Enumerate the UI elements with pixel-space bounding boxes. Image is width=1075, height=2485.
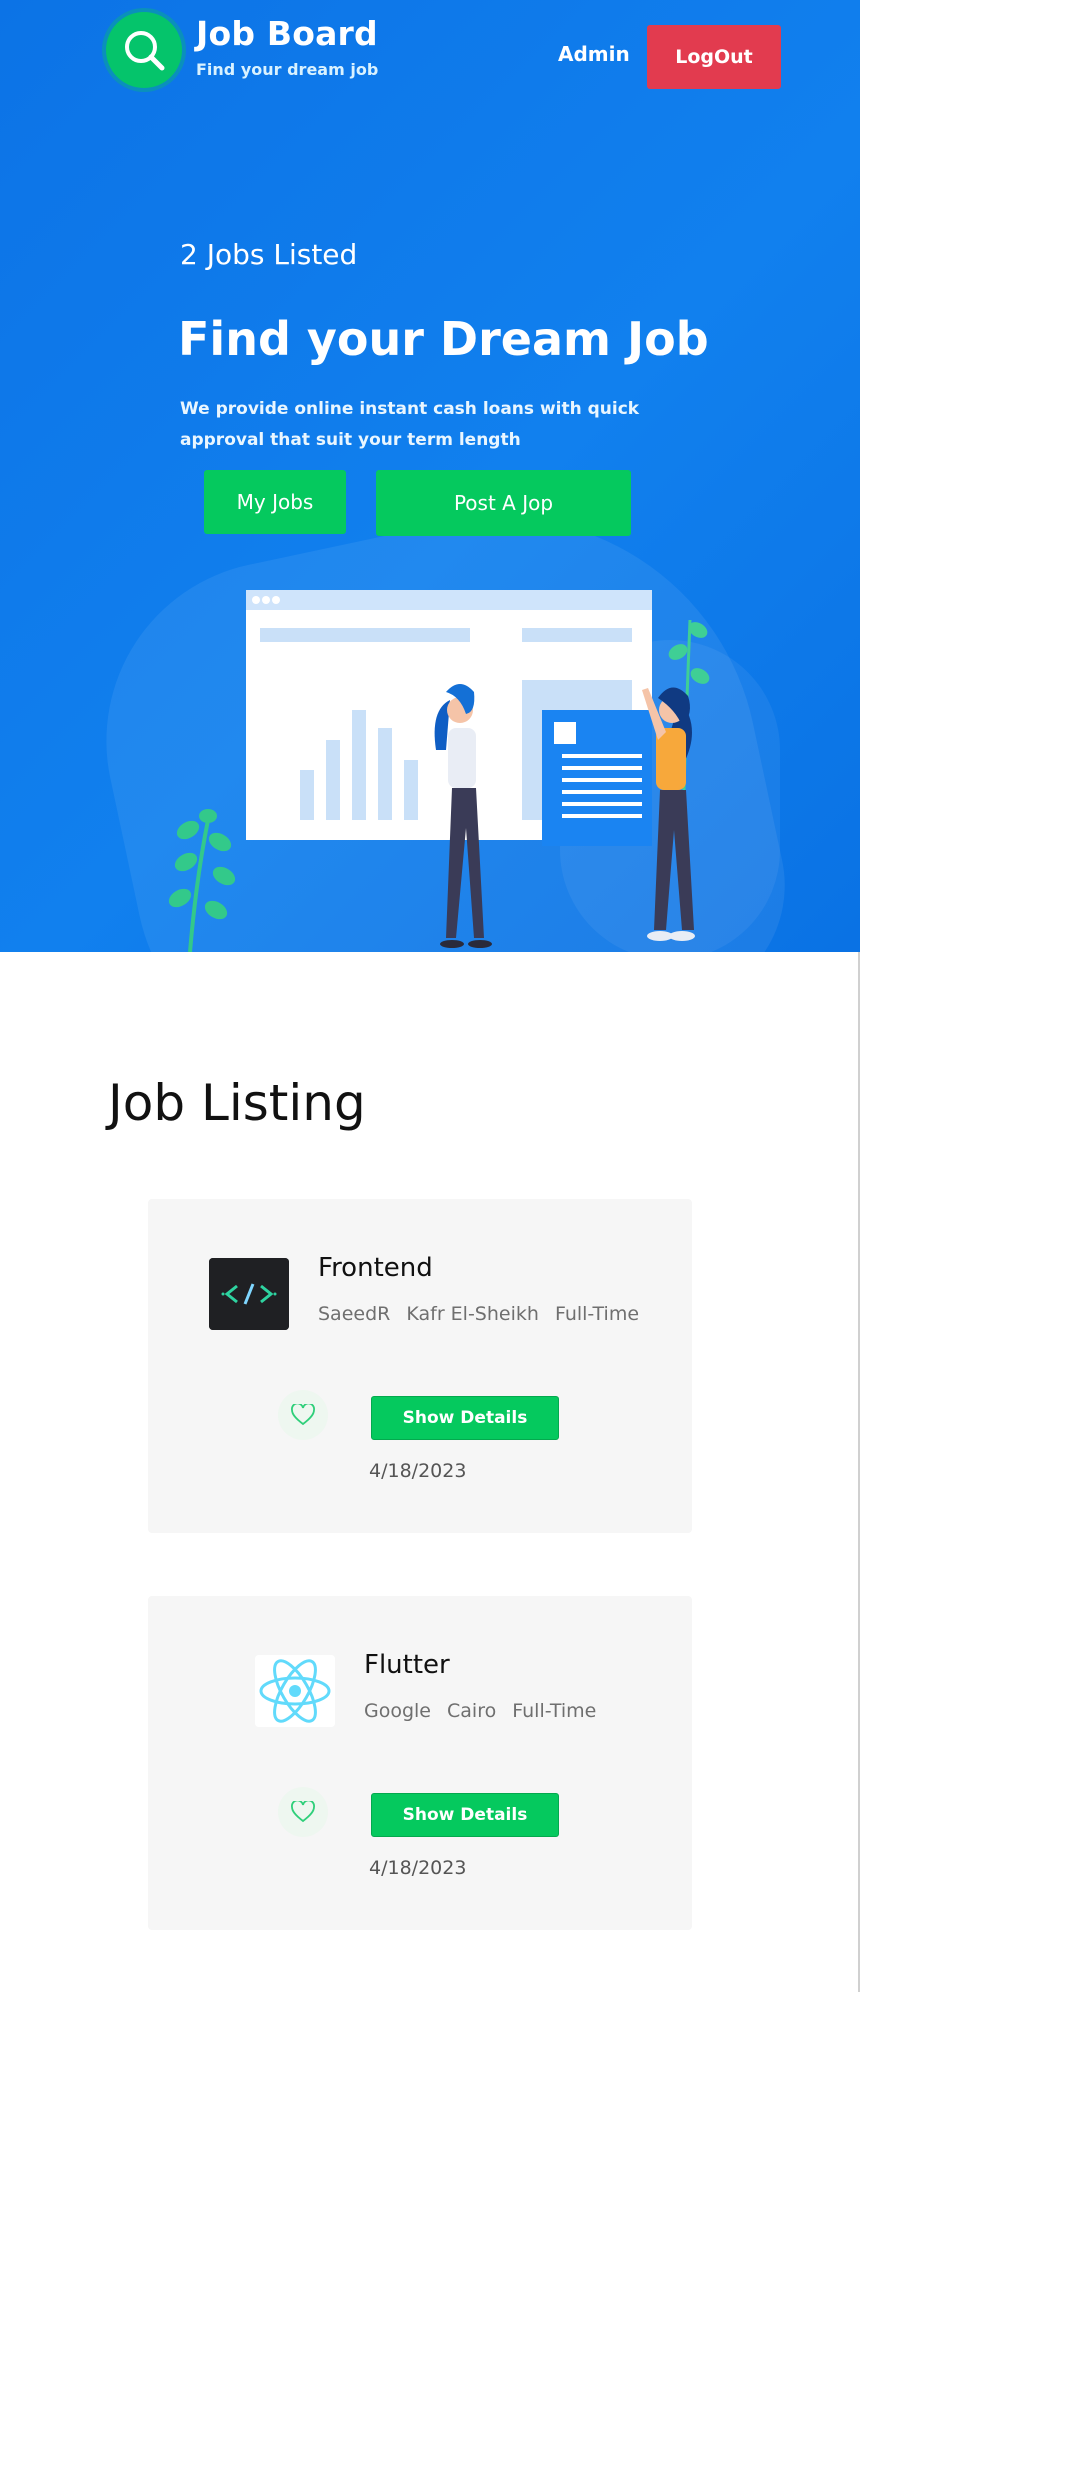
job-meta: SaeedR Kafr El-Sheikh Full-Time: [318, 1303, 655, 1325]
hero-illustration: [168, 590, 710, 952]
job-location: Kafr El-Sheikh: [406, 1303, 539, 1325]
plant-left: [168, 809, 236, 952]
hero-description: We provide online instant cash loans wit…: [180, 399, 640, 450]
job-date: 4/18/2023: [369, 1460, 467, 1482]
brand-title[interactable]: Job Board: [196, 14, 378, 53]
hero-title: Find your Dream Job: [178, 312, 709, 366]
show-details-button[interactable]: Show Details: [371, 1396, 559, 1440]
job-company: Google: [364, 1700, 432, 1722]
post-job-button[interactable]: Post A Jop: [376, 470, 631, 536]
job-type: Full-Time: [512, 1700, 597, 1722]
brand-subtitle: Find your dream job: [196, 60, 379, 79]
favorite-heart-icon[interactable]: [278, 1390, 328, 1440]
job-meta: Google Cairo Full-Time: [364, 1700, 612, 1722]
my-jobs-button[interactable]: My Jobs: [204, 470, 346, 534]
job-card: Frontend SaeedR Kafr El-Sheikh Full-Time S…: [148, 1199, 692, 1533]
job-type: Full-Time: [554, 1303, 640, 1325]
job-company: SaeedR: [318, 1303, 391, 1325]
job-card: Flutter Google Cairo Full-Time Show Detail…: [148, 1596, 692, 1930]
admin-link[interactable]: Admin: [558, 42, 630, 66]
code-icon: [209, 1258, 289, 1330]
job-title[interactable]: Frontend: [318, 1253, 433, 1283]
logout-button[interactable]: LogOut: [647, 25, 781, 89]
react-icon: [255, 1655, 335, 1727]
jobs-count: 2 Jobs Listed: [180, 238, 358, 271]
page: Job Board Find your dream job Admin LogO…: [0, 0, 860, 1992]
favorite-heart-icon[interactable]: [278, 1787, 328, 1837]
job-location: Cairo: [447, 1700, 497, 1722]
hero-section: Job Board Find your dream job Admin LogO…: [0, 0, 860, 952]
job-date: 4/18/2023: [369, 1857, 467, 1879]
job-title[interactable]: Flutter: [364, 1650, 450, 1680]
logo-search-icon[interactable]: [106, 12, 182, 88]
show-details-button[interactable]: Show Details: [371, 1793, 559, 1837]
listing-title: Job Listing: [108, 1074, 366, 1132]
